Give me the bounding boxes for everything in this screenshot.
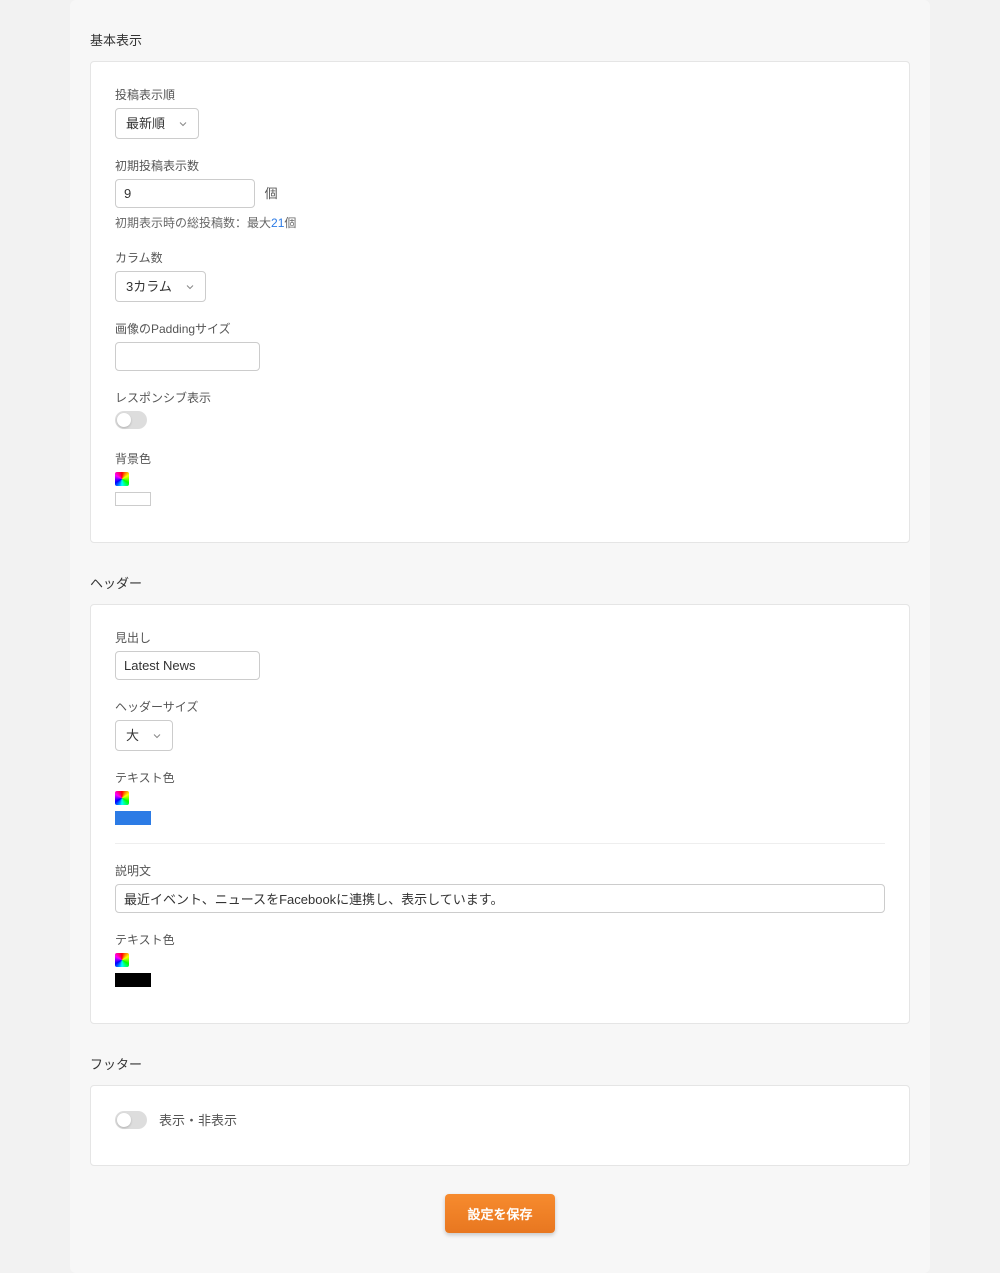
field-header-size: ヘッダーサイズ 大 [115, 698, 885, 751]
suffix-count: 個 [265, 186, 278, 201]
label-columns: カラム数 [115, 249, 885, 266]
toggle-footer-visibility[interactable] [115, 1111, 147, 1129]
field-text-color-1: テキスト色 [115, 769, 885, 825]
label-text-color-1: テキスト色 [115, 769, 885, 786]
field-padding: 画像のPaddingサイズ [115, 320, 885, 371]
select-post-order[interactable]: 最新順 [115, 108, 199, 139]
field-footer-toggle: 表示・非表示 [115, 1110, 885, 1129]
label-padding: 画像のPaddingサイズ [115, 320, 885, 337]
toggle-responsive[interactable] [115, 411, 147, 429]
card-footer: 表示・非表示 [90, 1085, 910, 1166]
select-columns[interactable]: 3カラム [115, 271, 206, 302]
input-initial-count[interactable] [115, 179, 255, 208]
swatch-text-color-1[interactable] [115, 811, 151, 825]
swatch-text-color-2[interactable] [115, 973, 151, 987]
label-desc: 説明文 [115, 862, 885, 879]
color-wheel-icon[interactable] [115, 472, 129, 486]
field-text-color-2: テキスト色 [115, 931, 885, 987]
input-padding[interactable] [115, 342, 260, 371]
field-post-order: 投稿表示順 最新順 [115, 86, 885, 139]
color-wheel-icon[interactable] [115, 791, 129, 805]
label-footer-toggle: 表示・非表示 [159, 1110, 237, 1129]
input-heading[interactable] [115, 651, 260, 680]
label-header-size: ヘッダーサイズ [115, 698, 885, 715]
field-bgcolor: 背景色 [115, 450, 885, 506]
label-text-color-2: テキスト色 [115, 931, 885, 948]
help-initial-count: 初期表示時の総投稿数：最大21個 [115, 214, 885, 231]
select-header-size[interactable]: 大 [115, 720, 173, 751]
input-desc[interactable] [115, 884, 885, 913]
field-desc: 説明文 [115, 862, 885, 913]
label-bgcolor: 背景色 [115, 450, 885, 467]
field-initial-count: 初期投稿表示数 個 初期表示時の総投稿数：最大21個 [115, 157, 885, 231]
divider [115, 843, 885, 844]
section-title-basic: 基本表示 [90, 0, 910, 61]
save-button[interactable]: 設定を保存 [445, 1194, 554, 1233]
label-heading: 見出し [115, 629, 885, 646]
swatch-bgcolor[interactable] [115, 492, 151, 506]
section-title-header: ヘッダー [90, 543, 910, 604]
field-heading: 見出し [115, 629, 885, 680]
color-wheel-icon[interactable] [115, 953, 129, 967]
card-header: 見出し ヘッダーサイズ 大 テキスト色 [90, 604, 910, 1024]
field-columns: カラム数 3カラム [115, 249, 885, 302]
label-post-order: 投稿表示順 [115, 86, 885, 103]
field-responsive: レスポンシブ表示 [115, 389, 885, 432]
section-title-footer: フッター [90, 1024, 910, 1085]
label-responsive: レスポンシブ表示 [115, 389, 885, 406]
label-initial-count: 初期投稿表示数 [115, 157, 885, 174]
card-basic: 投稿表示順 最新順 初期投稿表示数 個 初期表示時の総投稿数：最大21個 [90, 61, 910, 543]
